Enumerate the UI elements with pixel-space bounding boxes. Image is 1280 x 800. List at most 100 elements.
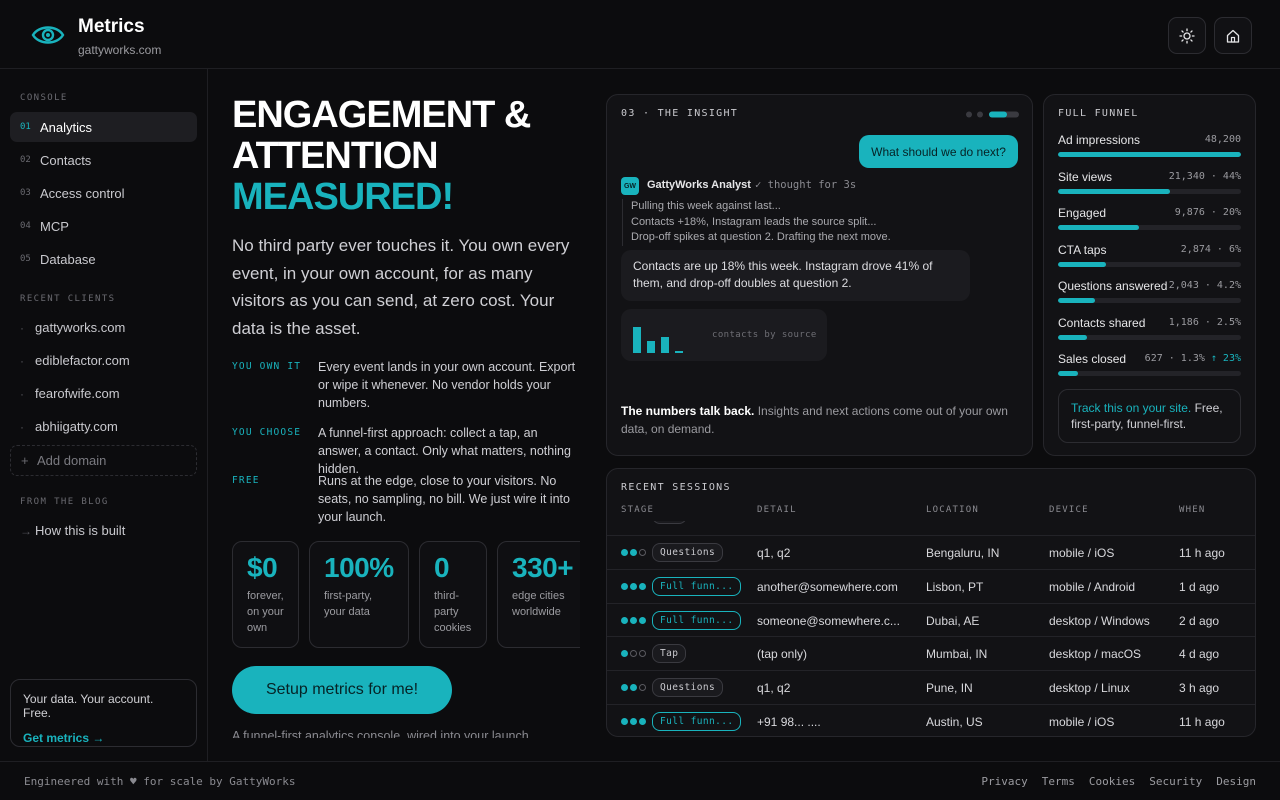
stage-dot xyxy=(621,650,628,658)
cell-detail: someone@somewhere.c... xyxy=(757,613,900,628)
stage-pill: Questions xyxy=(652,678,724,698)
home-button[interactable] xyxy=(1214,17,1252,54)
nav-label: Analytics xyxy=(40,119,93,135)
promo-text: Your data. Your account. Free. xyxy=(23,692,154,720)
funnel-value: 2,874 · 6% xyxy=(1181,244,1241,255)
thought-line: Drop-off spikes at question 2. Drafting … xyxy=(631,231,891,243)
funnel-value-text: 48,200 xyxy=(1204,134,1241,145)
nav-number: 01 xyxy=(20,122,31,132)
stage-dot xyxy=(639,549,646,556)
funnel-bar xyxy=(1058,298,1241,303)
cell-detail: +91 98... .... xyxy=(757,715,821,729)
stage-dot xyxy=(621,549,628,556)
client-link[interactable]: · fearofwife.com xyxy=(20,386,120,401)
funnel-bar-fill xyxy=(1058,261,1106,267)
feature-text: Runs at the edge, close to your visitors… xyxy=(318,474,570,524)
theme-toggle-button[interactable] xyxy=(1168,17,1206,54)
cell-device: mobile / Android xyxy=(1049,579,1136,594)
track-link[interactable]: Track this on your site. xyxy=(1071,401,1191,415)
table-row[interactable]: Tap (tap only) Mumbai, IN desktop / macOS 4 … xyxy=(607,636,1255,670)
stage-pill xyxy=(652,521,687,524)
pager-dots[interactable] xyxy=(965,111,1019,118)
promo-card: Your data. Your account. Free. Get metri… xyxy=(10,679,197,747)
sidebar-item-database[interactable]: 05 Database xyxy=(10,244,197,274)
funnel-bar-fill xyxy=(1058,298,1095,303)
funnel-bar-fill xyxy=(1058,188,1170,194)
funnel-label: Site views xyxy=(1058,169,1113,184)
stage-dot xyxy=(630,616,637,624)
table-row[interactable]: Questions q1, q2 Bengaluru, IN mobile / iOS… xyxy=(607,535,1255,569)
analyst-name: GattyWorks Analyst xyxy=(647,179,751,191)
funnel-value: 2,043 · 4.2% xyxy=(1169,280,1241,291)
footer-link-privacy[interactable]: Privacy xyxy=(981,775,1027,788)
stat-desc: third-party cookies xyxy=(434,590,472,634)
funnel-bar-fill xyxy=(1058,225,1139,230)
stage-pill: Tap xyxy=(652,644,687,664)
footer-link-security[interactable]: Security xyxy=(1149,775,1202,788)
insight-footer-bold: The numbers talk back. xyxy=(621,404,755,418)
add-domain-button[interactable]: + Add domain xyxy=(10,445,197,476)
sidebar-item-mcp[interactable]: 04 MCP xyxy=(10,211,197,241)
stat-card: 100% first-party, your data xyxy=(309,541,409,648)
footer-link-terms[interactable]: Terms xyxy=(1042,775,1075,788)
stat-desc: first-party, your data xyxy=(324,590,373,618)
client-link[interactable]: · abhiigatty.com xyxy=(20,419,118,434)
stage-dot xyxy=(639,718,646,725)
sessions-table: Questions q1, q2 Bengaluru, IN mobile / iOS… xyxy=(607,521,1255,737)
blog-heading: FROM THE BLOG xyxy=(20,497,109,507)
insight-heading: 03 · THE INSIGHT xyxy=(621,108,739,119)
cell-device: desktop / Linux xyxy=(1049,681,1130,696)
funnel-bar xyxy=(1058,371,1241,376)
client-link[interactable]: · gattyworks.com xyxy=(20,320,125,335)
setup-metrics-button[interactable]: Setup metrics for me! xyxy=(232,666,452,714)
cell-when: 3 h ago xyxy=(1179,681,1220,696)
table-row[interactable]: Questions q1, q2 Pune, IN desktop / Linux 3 … xyxy=(607,670,1255,704)
funnel-bar xyxy=(1058,225,1241,230)
arrow-icon: → xyxy=(20,523,32,538)
funnel-value-text: 2,043 · 4.2% xyxy=(1168,280,1241,291)
funnel-value-text: 2,874 · 6% xyxy=(1180,243,1241,255)
thought-line: Pulling this week against last... xyxy=(631,200,781,212)
sidebar-item-contacts[interactable]: 02 Contacts xyxy=(10,145,197,175)
mini-bar-chart xyxy=(633,327,683,353)
funnel-value: 1,186 · 2.5% xyxy=(1169,317,1241,328)
stage-dot xyxy=(630,650,637,658)
analyst-answer: Contacts are up 18% this week. Instagram… xyxy=(621,250,970,301)
stat-card: $0 forever, on your own xyxy=(232,541,299,648)
client-label: ediblefactor.com xyxy=(35,353,130,368)
cell-location: Dubai, AE xyxy=(926,613,980,628)
stat-card: 330+ edge cities worldwide xyxy=(497,541,580,648)
footer-link-cookies[interactable]: Cookies xyxy=(1089,775,1135,788)
sidebar: CONSOLE 01 Analytics 02 Contacts 03 Acce… xyxy=(0,69,208,761)
table-row[interactable]: Full funn... another@somewhere.com Lisbon,… xyxy=(607,568,1255,603)
funnel-value-text: 1,186 · 2.5% xyxy=(1168,316,1241,328)
cell-location: Pune, IN xyxy=(926,681,973,696)
stage-dot xyxy=(621,684,628,692)
feature-key: YOU OWN IT xyxy=(232,361,302,372)
table-row[interactable]: Full funn... +91 98... .... Austin, US mobi… xyxy=(607,704,1255,737)
get-metrics-link[interactable]: Get metrics → xyxy=(23,731,184,745)
cell-location: Bengaluru, IN xyxy=(926,546,1000,560)
blog-link[interactable]: → How this is built xyxy=(20,523,125,538)
plus-icon: + xyxy=(21,453,29,468)
stage-dot xyxy=(639,616,646,624)
stage-dot xyxy=(621,718,628,725)
funnel-bar-fill xyxy=(1058,334,1088,340)
funnel-value-text: 9,876 · 20% xyxy=(1174,207,1241,218)
app-subtitle: gattyworks.com xyxy=(78,43,162,57)
stage-progress-dots xyxy=(621,616,646,624)
sidebar-item-analytics[interactable]: 01 Analytics xyxy=(10,112,197,142)
stage-dot xyxy=(630,718,637,725)
funnel-label: Questions answered xyxy=(1058,279,1168,293)
sidebar-item-access-control[interactable]: 03 Access control xyxy=(10,178,197,208)
mini-bar xyxy=(647,341,655,353)
mini-bar xyxy=(675,351,683,353)
client-link[interactable]: · ediblefactor.com xyxy=(20,353,130,368)
funnel-bar-fill xyxy=(1058,152,1241,157)
track-box: Track this on your site. Free, first-par… xyxy=(1058,389,1241,443)
funnel-label: Ad impressions xyxy=(1058,133,1141,147)
stage-progress-dots xyxy=(621,718,646,725)
footer-credit: Engineered with ♥ for scale by GattyWork… xyxy=(24,775,296,788)
footer-link-design[interactable]: Design xyxy=(1216,775,1256,788)
table-row[interactable]: Full funn... someone@somewhere.c... Dubai,… xyxy=(607,602,1255,637)
